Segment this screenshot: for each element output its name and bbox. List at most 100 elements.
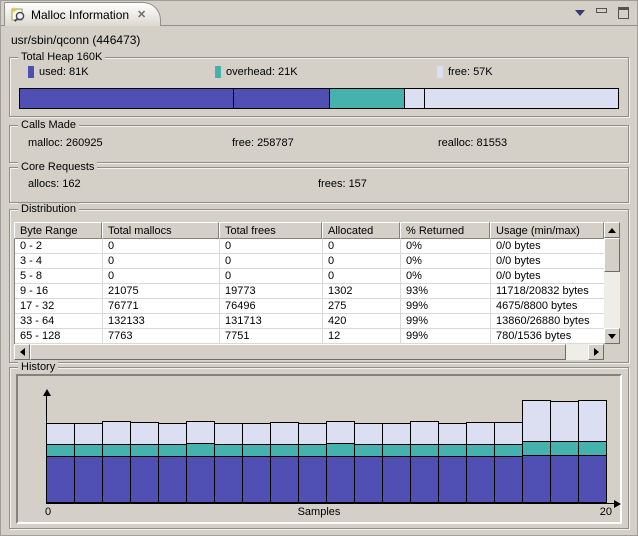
table-cell: 780/1536 bytes bbox=[491, 329, 605, 344]
total-heap-group: Total Heap 160K used: 81Koverhead: 21Kfr… bbox=[9, 57, 629, 117]
arrow-left-icon bbox=[20, 348, 25, 356]
history-bar bbox=[214, 423, 243, 503]
scroll-left-button[interactable] bbox=[14, 344, 30, 360]
column-header-1[interactable]: Total mallocs bbox=[102, 222, 219, 239]
distribution-table: Byte RangeTotal mallocsTotal freesAlloca… bbox=[14, 222, 620, 344]
history-bar-segment-free bbox=[270, 422, 299, 445]
table-row[interactable]: 17 - 32767717649627599%4675/8800 bytes bbox=[15, 299, 620, 314]
history-bar-segment-free bbox=[578, 400, 607, 442]
total-heap-group-title: Total Heap 160K bbox=[18, 51, 105, 63]
history-bar bbox=[438, 423, 467, 503]
horizontal-scrollbar-thumb[interactable] bbox=[30, 344, 566, 360]
history-bar-segment-used bbox=[438, 456, 467, 503]
tab-title: Malloc Information bbox=[31, 8, 129, 22]
horizontal-scrollbar-track[interactable] bbox=[566, 344, 588, 360]
minimize-icon[interactable] bbox=[596, 8, 607, 13]
table-cell: 99% bbox=[401, 314, 491, 329]
history-bar bbox=[354, 423, 383, 503]
history-bar-segment-overhead bbox=[522, 441, 551, 456]
column-header-2[interactable]: Total frees bbox=[219, 222, 322, 239]
table-cell: 0% bbox=[401, 269, 491, 284]
table-cell: 0 bbox=[103, 254, 220, 269]
history-bar bbox=[494, 422, 523, 503]
view-menu-icon[interactable] bbox=[575, 10, 585, 16]
table-cell: 420 bbox=[323, 314, 401, 329]
history-bar-segment-free bbox=[494, 422, 523, 445]
horizontal-scrollbar[interactable] bbox=[14, 344, 604, 360]
column-header-4[interactable]: % Returned bbox=[400, 222, 490, 239]
history-bar bbox=[466, 422, 495, 503]
history-bar-segment-used bbox=[522, 455, 551, 503]
legend-item-used: used: 81K bbox=[28, 66, 215, 78]
history-bar bbox=[410, 421, 439, 503]
tab-malloc-information[interactable]: Malloc Information ✕ bbox=[4, 2, 161, 26]
table-cell: 99% bbox=[401, 299, 491, 314]
history-bar-segment-used bbox=[326, 456, 355, 503]
table-cell: 7763 bbox=[103, 329, 220, 344]
table-cell: 99% bbox=[401, 329, 491, 344]
history-bar-segment-used bbox=[382, 456, 411, 503]
x-axis-title: Samples bbox=[18, 506, 620, 518]
history-bar-segment-overhead bbox=[186, 443, 215, 457]
history-bar-segment-used bbox=[494, 456, 523, 503]
allocs-count: allocs: 162 bbox=[28, 178, 318, 190]
history-bar-segment-free bbox=[298, 423, 327, 445]
table-cell: 5 - 8 bbox=[15, 269, 103, 284]
history-bar bbox=[186, 421, 215, 503]
history-bar-segment-free bbox=[466, 422, 495, 445]
legend-swatch-used bbox=[28, 66, 34, 78]
history-bar-segment-used bbox=[298, 456, 327, 503]
close-icon[interactable]: ✕ bbox=[137, 8, 146, 21]
table-cell: 0 bbox=[323, 239, 401, 254]
history-bar-segment-used bbox=[410, 456, 439, 503]
table-cell: 275 bbox=[323, 299, 401, 314]
table-cell: 65 - 128 bbox=[15, 329, 103, 344]
history-bar bbox=[522, 400, 551, 503]
history-bar bbox=[46, 423, 75, 503]
table-row[interactable]: 0 - 20000%0/0 bytes bbox=[15, 239, 620, 254]
table-row[interactable]: 9 - 162107519773130293%11718/20832 bytes bbox=[15, 284, 620, 299]
table-cell: 0 bbox=[103, 269, 220, 284]
vertical-scrollbar-track[interactable] bbox=[604, 272, 620, 328]
table-row[interactable]: 5 - 80000%0/0 bytes bbox=[15, 269, 620, 284]
history-bar-segment-overhead bbox=[578, 441, 607, 456]
history-bar-segment-used bbox=[354, 456, 383, 503]
vertical-scrollbar[interactable] bbox=[604, 222, 620, 344]
heap-bar bbox=[19, 88, 619, 109]
scroll-right-button[interactable] bbox=[588, 344, 604, 360]
history-bar bbox=[382, 423, 411, 503]
table-cell: 13860/26880 bytes bbox=[491, 314, 605, 329]
history-bar-segment-used bbox=[242, 456, 271, 503]
history-bar bbox=[326, 421, 355, 503]
table-cell: 76771 bbox=[103, 299, 220, 314]
table-row[interactable]: 3 - 40000%0/0 bytes bbox=[15, 254, 620, 269]
scroll-down-button[interactable] bbox=[604, 328, 620, 344]
history-bar bbox=[298, 423, 327, 503]
history-bar bbox=[242, 423, 271, 503]
table-row[interactable]: 65 - 128776377511299%780/1536 bytes bbox=[15, 329, 620, 344]
history-bar bbox=[158, 423, 187, 503]
core-requests-group-title: Core Requests bbox=[18, 161, 97, 173]
arrow-down-icon bbox=[608, 334, 616, 339]
calls-made-values: malloc: 260925 free: 258787 realloc: 815… bbox=[28, 137, 624, 149]
history-bar-segment-used bbox=[46, 456, 75, 503]
history-bar-segment-free bbox=[438, 423, 467, 445]
table-row[interactable]: 33 - 6413213313171342099%13860/26880 byt… bbox=[15, 314, 620, 329]
column-header-5[interactable]: Usage (min/max) bbox=[490, 222, 604, 239]
history-bar-segment-overhead bbox=[326, 443, 355, 457]
column-header-0[interactable]: Byte Range bbox=[14, 222, 102, 239]
calls-made-group: Calls Made malloc: 260925 free: 258787 r… bbox=[9, 125, 629, 163]
maximize-icon[interactable] bbox=[618, 7, 629, 19]
vertical-scrollbar-thumb[interactable] bbox=[604, 238, 620, 272]
legend-item-overhead: overhead: 21K bbox=[215, 66, 437, 78]
history-bars bbox=[46, 400, 607, 503]
scroll-up-button[interactable] bbox=[604, 222, 620, 238]
history-group: History 0 Samples 20 bbox=[9, 367, 629, 529]
history-bar-segment-free bbox=[74, 423, 103, 445]
column-header-3[interactable]: Allocated bbox=[322, 222, 400, 239]
table-cell: 0 bbox=[220, 239, 323, 254]
legend-item-free: free: 57K bbox=[437, 66, 624, 78]
table-cell: 93% bbox=[401, 284, 491, 299]
malloc-view-icon bbox=[11, 7, 26, 22]
history-bar-segment-free bbox=[158, 423, 187, 445]
